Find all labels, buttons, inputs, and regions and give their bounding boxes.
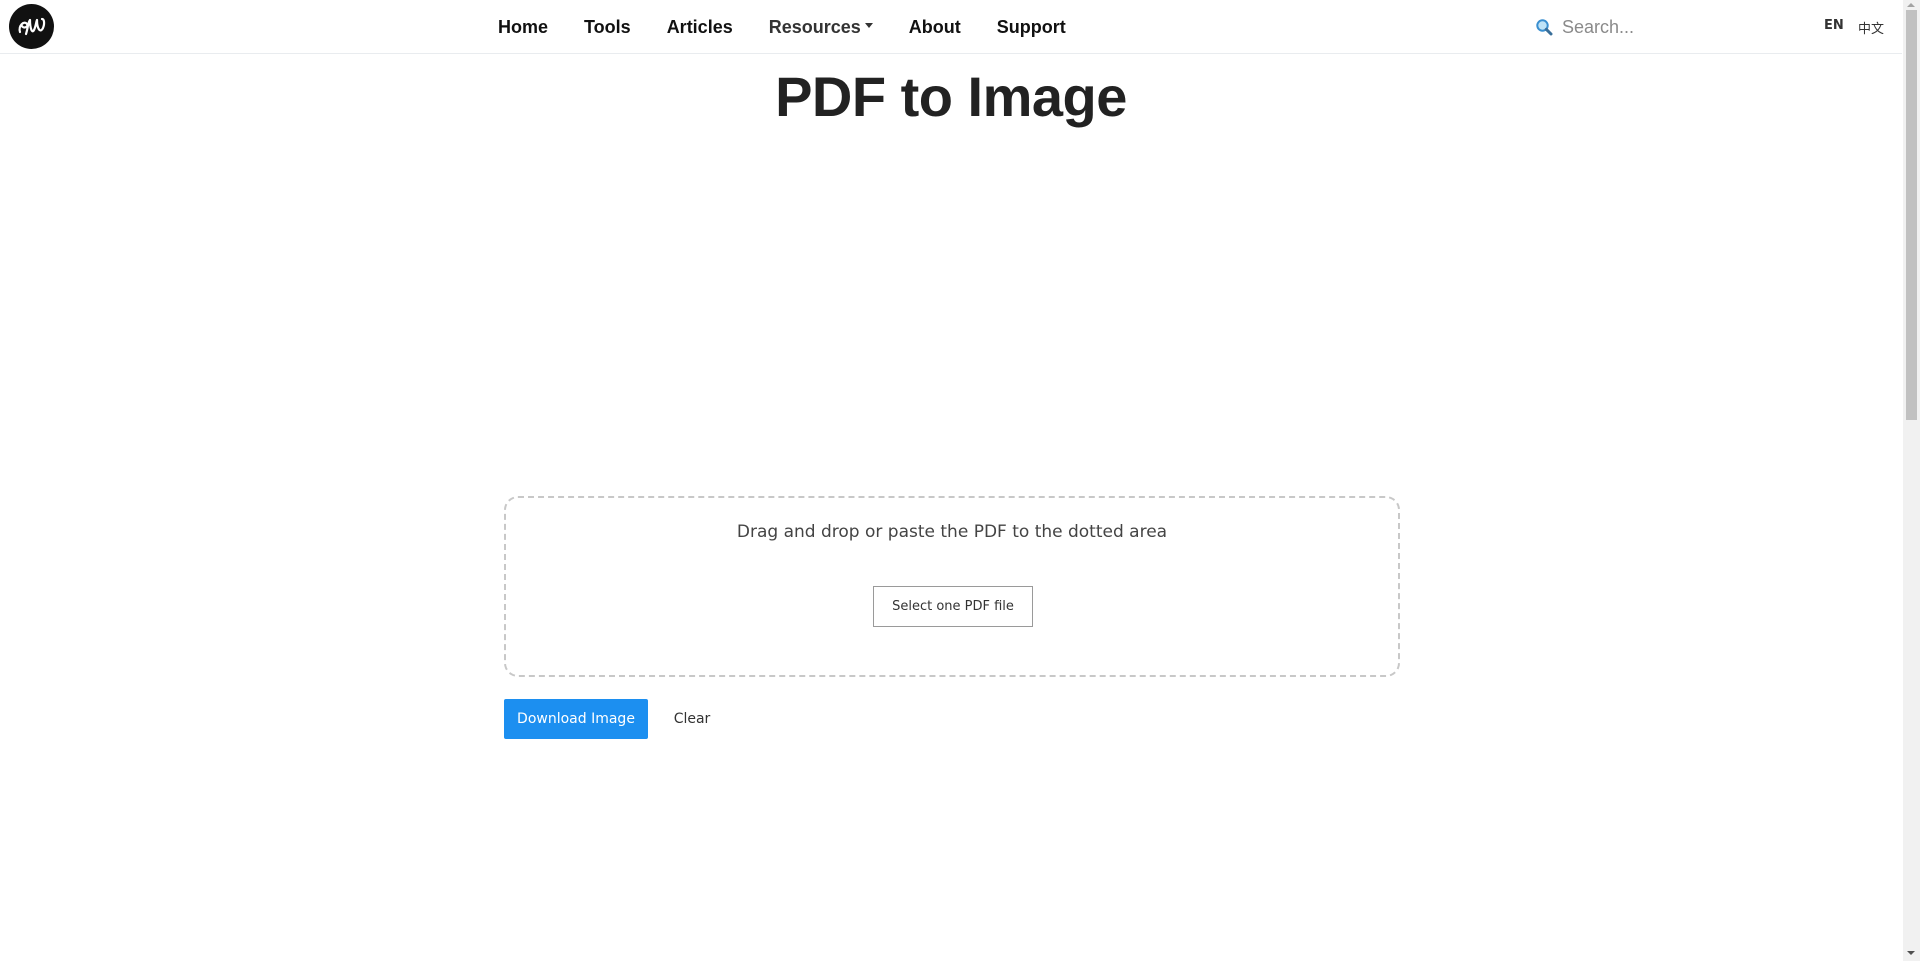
nav-about[interactable]: About (891, 17, 979, 38)
dropzone-instruction: Drag and drop or paste the PDF to the do… (736, 522, 1168, 542)
page: Home Tools Articles Resources About Supp… (0, 0, 1920, 961)
scroll-down-arrow-icon[interactable] (1907, 951, 1915, 955)
search-box (1534, 12, 1794, 42)
nav-home[interactable]: Home (480, 17, 566, 38)
top-navbar: Home Tools Articles Resources About Supp… (0, 0, 1902, 54)
select-pdf-button[interactable]: Select one PDF file (873, 586, 1033, 627)
main-nav: Home Tools Articles Resources About Supp… (480, 0, 1084, 54)
pdf-dropzone[interactable]: Drag and drop or paste the PDF to the do… (504, 496, 1400, 677)
language-zh[interactable]: 中文 (1858, 18, 1884, 37)
language-en[interactable]: EN (1824, 18, 1844, 33)
search-icon (1534, 17, 1554, 37)
nav-resources-dropdown[interactable]: Resources (751, 17, 891, 38)
nav-articles[interactable]: Articles (649, 17, 751, 38)
download-image-button[interactable]: Download Image (504, 699, 648, 739)
nav-support[interactable]: Support (979, 17, 1084, 38)
page-title: PDF to Image (775, 65, 1127, 128)
ew-logo-icon (18, 17, 45, 35)
scrollbar-thumb[interactable] (1906, 10, 1917, 420)
site-logo[interactable] (9, 4, 54, 49)
search-input[interactable] (1562, 16, 1762, 38)
scroll-up-arrow-icon[interactable] (1907, 3, 1915, 7)
vertical-scrollbar[interactable] (1903, 0, 1920, 961)
nav-resources-label: Resources (768, 16, 861, 37)
clear-button[interactable]: Clear (664, 699, 720, 739)
caret-down-icon (864, 22, 873, 28)
nav-tools[interactable]: Tools (566, 17, 649, 38)
